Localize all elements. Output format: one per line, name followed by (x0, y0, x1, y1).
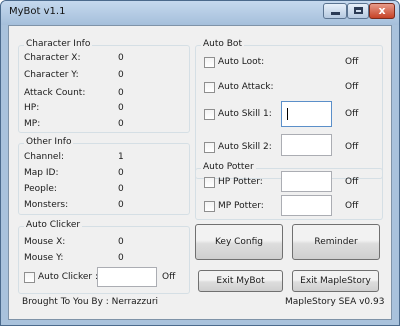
minimize-icon (331, 12, 340, 15)
character-x-value: 0 (118, 53, 124, 63)
reminder-label: Reminder (314, 237, 358, 247)
key-config-label: Key Config (214, 237, 264, 247)
maximize-icon (354, 7, 363, 14)
auto-clicker-group: Auto Clicker Mouse X: 0 Mouse Y: 0 Auto … (18, 220, 190, 294)
mp-label: MP: (24, 119, 41, 129)
maximize-button[interactable] (347, 3, 369, 19)
character-y-value: 0 (118, 70, 124, 80)
map-id-label: Map ID: (24, 168, 59, 178)
character-info-group: Character Info Character X: 0 Character … (18, 39, 190, 133)
exit-mybot-button[interactable]: Exit MyBot (198, 270, 283, 292)
title-bar[interactable]: MyBot v1.1 x (1, 1, 399, 25)
mouse-y-label: Mouse Y: (24, 253, 64, 263)
hp-label: HP: (24, 103, 40, 113)
mp-value: 0 (118, 119, 124, 129)
mp-potter-label: MP Potter: (218, 201, 264, 211)
map-id-value: 0 (118, 168, 124, 178)
channel-value: 1 (118, 152, 124, 162)
character-y-label: Character Y: (24, 70, 79, 80)
auto-bot-title: Auto Bot (201, 39, 244, 49)
exit-mybot-label: Exit MyBot (216, 276, 265, 286)
auto-skill-1-input[interactable] (281, 101, 332, 127)
app-window: MyBot v1.1 x Character Info Character X:… (0, 0, 400, 326)
auto-skill-1-checkbox[interactable] (204, 109, 215, 120)
auto-skill-2-status: Off (345, 142, 359, 152)
auto-attack-checkbox[interactable] (204, 82, 215, 93)
mp-potter-status: Off (345, 201, 359, 211)
auto-loot-label: Auto Loot: (218, 57, 265, 67)
channel-label: Channel: (24, 152, 64, 162)
auto-clicker-label: Auto Clicker : (38, 272, 99, 282)
hp-potter-status: Off (345, 177, 359, 187)
auto-bot-group: Auto Bot Auto Loot: Off Auto Attack: Off… (195, 39, 383, 179)
auto-skill-2-input[interactable] (281, 134, 332, 156)
auto-clicker-status: Off (162, 272, 176, 282)
client-area: Character Info Character X: 0 Character … (8, 25, 392, 320)
credit-text: Brought To You By : Nerrazzuri (22, 297, 159, 307)
auto-loot-checkbox[interactable] (204, 57, 215, 68)
auto-clicker-checkbox[interactable] (24, 272, 35, 283)
auto-potter-group: Auto Potter HP Potter: Off MP Potter: Of… (195, 162, 383, 220)
auto-skill-1-label: Auto Skill 1: (218, 109, 272, 119)
people-label: People: (24, 184, 57, 194)
exit-maplestory-button[interactable]: Exit MapleStory (292, 270, 379, 292)
minimize-button[interactable] (323, 3, 347, 19)
hp-potter-checkbox[interactable] (204, 177, 215, 188)
monsters-value: 0 (118, 200, 124, 210)
reminder-button[interactable]: Reminder (292, 224, 380, 260)
close-icon: x (378, 4, 386, 17)
other-info-group: Other Info Channel: 1 Map ID: 0 People: … (18, 137, 190, 215)
key-config-button[interactable]: Key Config (195, 224, 283, 260)
auto-attack-status: Off (345, 82, 359, 92)
character-x-label: Character X: (24, 53, 81, 63)
other-info-title: Other Info (24, 137, 74, 147)
auto-clicker-interval-input[interactable] (97, 267, 157, 287)
hp-potter-input[interactable] (281, 171, 332, 192)
window-title: MyBot v1.1 (9, 6, 66, 17)
auto-loot-status: Off (345, 57, 359, 67)
auto-skill-2-checkbox[interactable] (204, 142, 215, 153)
mouse-y-value: 0 (118, 253, 124, 263)
mouse-x-label: Mouse X: (24, 237, 66, 247)
people-value: 0 (118, 184, 124, 194)
close-button[interactable]: x (369, 3, 395, 19)
text-caret (287, 108, 288, 120)
hp-value: 0 (118, 103, 124, 113)
attack-count-value: 0 (118, 88, 124, 98)
mouse-x-value: 0 (118, 237, 124, 247)
hp-potter-label: HP Potter: (218, 177, 263, 187)
monsters-label: Monsters: (24, 200, 69, 210)
version-text: MapleStory SEA v0.93 (285, 297, 385, 307)
mp-potter-input[interactable] (281, 195, 332, 216)
exit-maplestory-label: Exit MapleStory (300, 276, 371, 286)
attack-count-label: Attack Count: (24, 88, 86, 98)
auto-skill-1-status: Off (345, 109, 359, 119)
auto-clicker-title: Auto Clicker (24, 220, 83, 230)
mp-potter-checkbox[interactable] (204, 201, 215, 212)
auto-attack-label: Auto Attack: (218, 82, 274, 92)
auto-skill-2-label: Auto Skill 2: (218, 142, 272, 152)
auto-potter-title: Auto Potter (201, 162, 256, 172)
character-info-title: Character Info (24, 39, 93, 49)
